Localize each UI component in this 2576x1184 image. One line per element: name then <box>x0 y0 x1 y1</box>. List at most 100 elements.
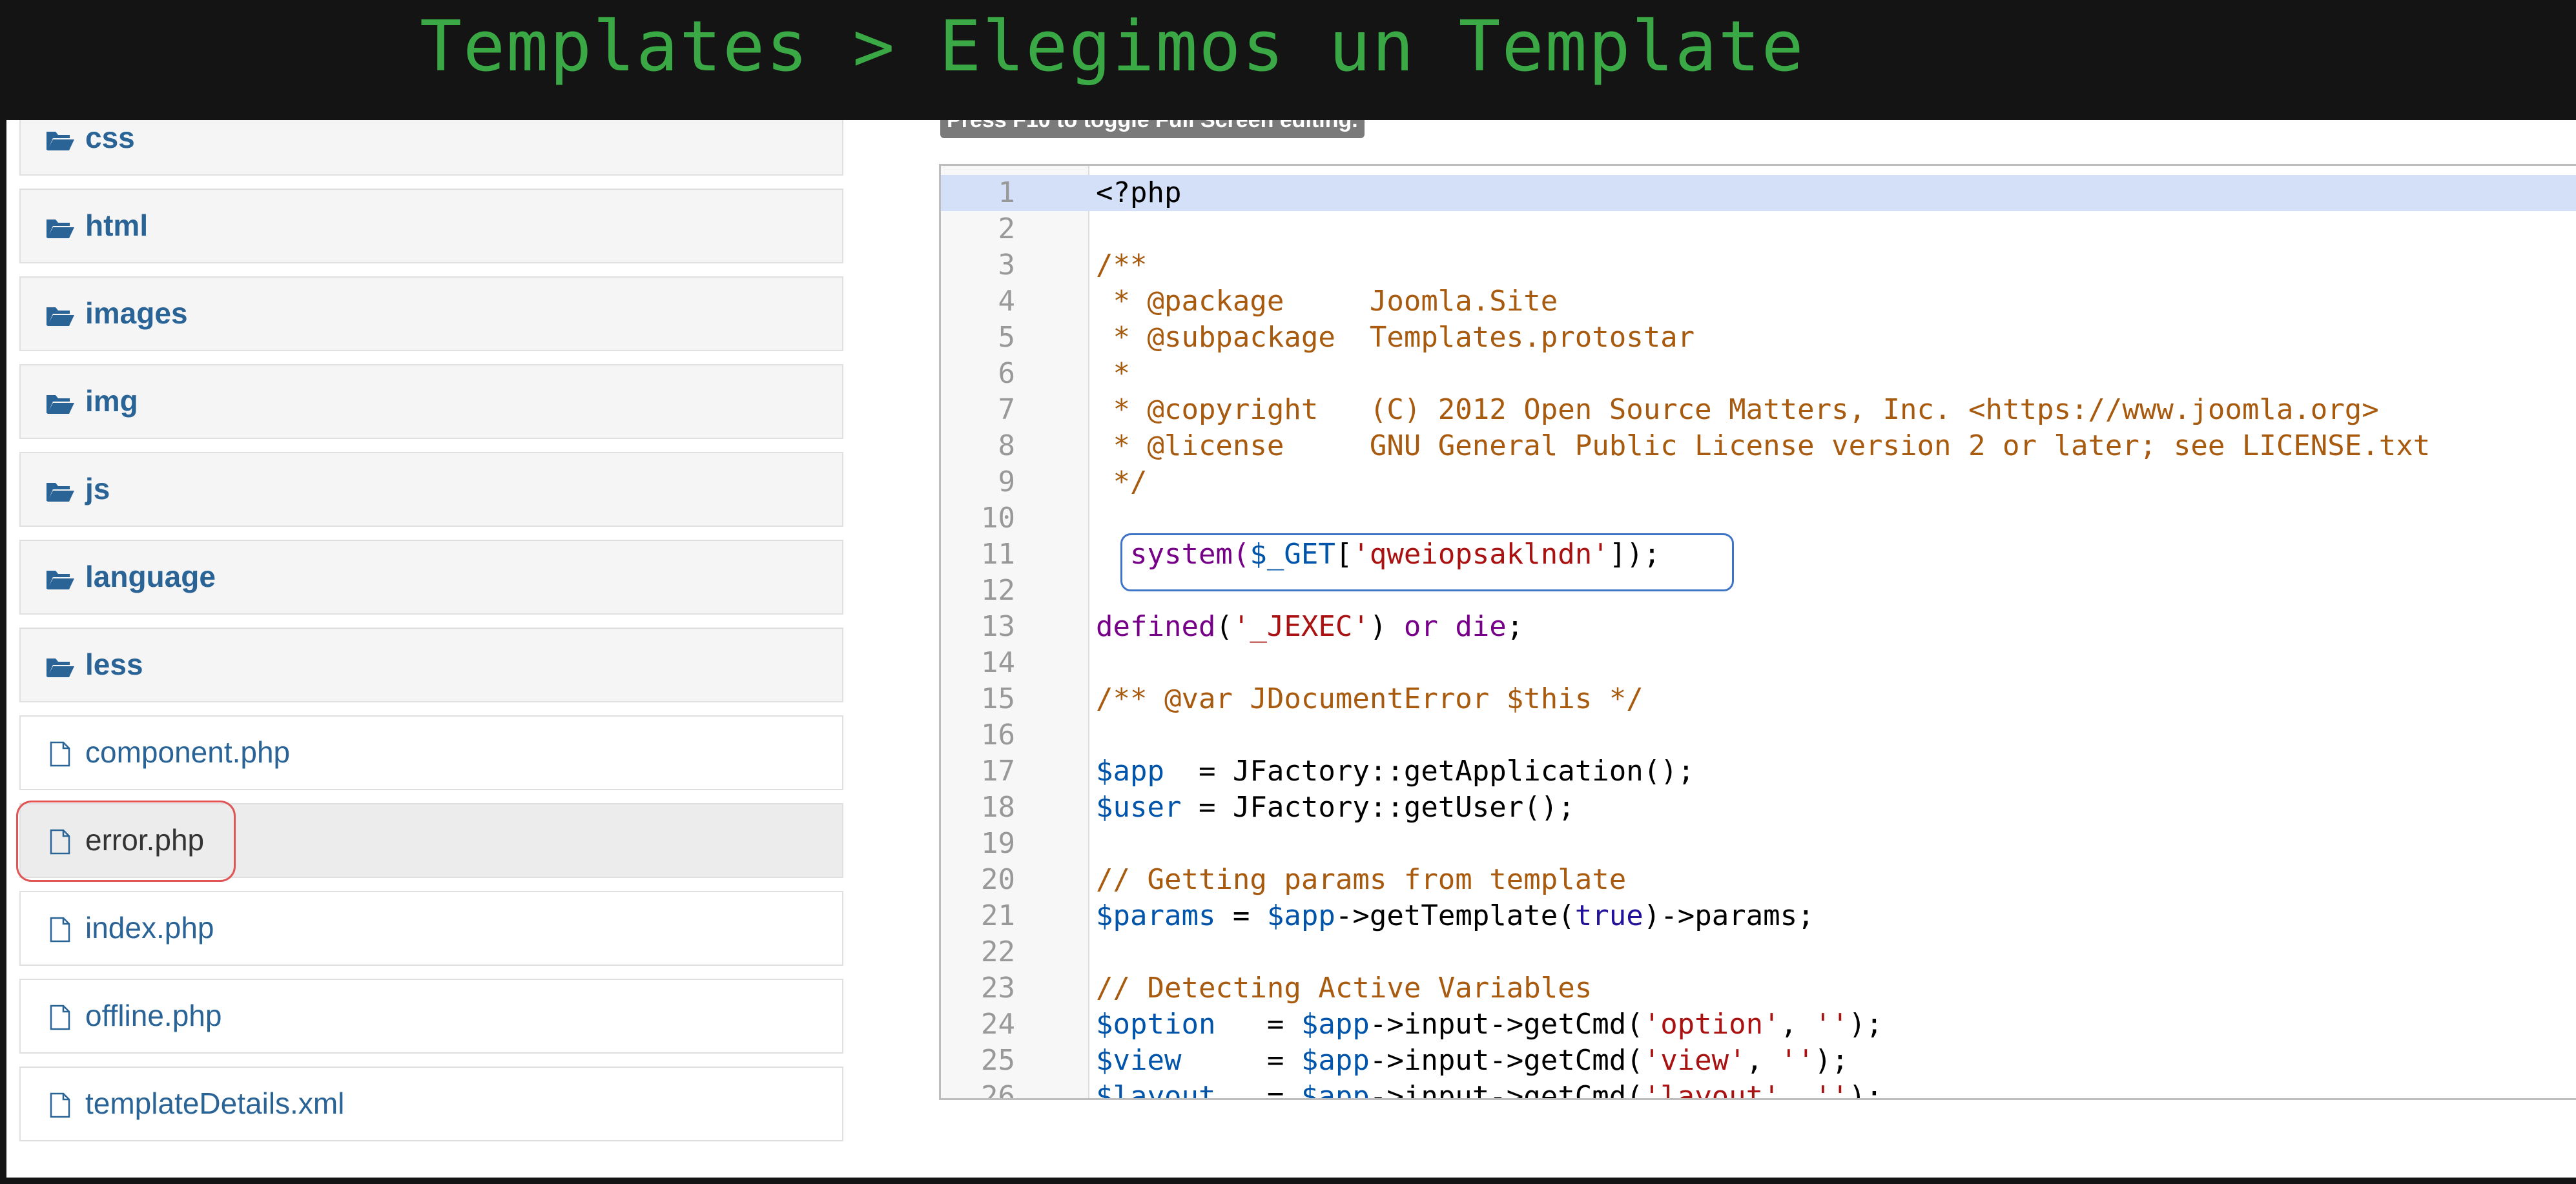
code-token: /** @var JDocumentError $this */ <box>1096 682 1643 715</box>
file-item-component-php[interactable]: component.php <box>19 715 843 790</box>
code-token: ); <box>1814 1044 1849 1077</box>
file-item-offline-php[interactable]: offline.php <box>19 979 843 1054</box>
code-text[interactable]: <?php <box>1096 175 1181 211</box>
code-line[interactable]: 17 $app = JFactory::getApplication(); <box>941 753 2576 790</box>
code-text[interactable]: defined('_JEXEC') or die; <box>1096 609 1523 645</box>
code-token: = <box>1215 899 1267 932</box>
code-line[interactable]: 8 * @license GNU General Public License … <box>941 428 2576 464</box>
line-number: 18 <box>981 791 1015 824</box>
code-line[interactable]: 25 $view = $app->input->getCmd('view', ''… <box>941 1043 2576 1079</box>
code-token: /** <box>1096 249 1148 281</box>
line-number: 4 <box>998 285 1016 318</box>
folder-open-icon <box>45 127 75 152</box>
code-text[interactable]: * @package Joomla.Site <box>1096 283 1558 320</box>
code-token: or die <box>1403 610 1507 643</box>
line-number: 9 <box>998 465 1016 498</box>
tree-item-label[interactable]: css <box>85 120 135 155</box>
code-line[interactable]: 14 <box>941 645 2576 681</box>
line-number: 5 <box>998 321 1016 354</box>
code-token: $view <box>1096 1044 1182 1077</box>
file-icon <box>45 1092 75 1118</box>
code-text[interactable]: * @subpackage Templates.protostar <box>1096 320 1695 356</box>
code-line[interactable]: 6 * <box>941 356 2576 392</box>
tree-item-label[interactable]: index.php <box>85 910 214 945</box>
code-line[interactable]: 21 $params = $app->getTemplate(true)->par… <box>941 898 2576 934</box>
file-icon <box>45 1005 75 1030</box>
line-number: 19 <box>981 827 1015 860</box>
tree-item-label[interactable]: images <box>85 296 188 331</box>
code-editor[interactable]: 1 <?php 2 3/** 4 * @package Joomla.Site 5 * @… <box>939 164 2576 1100</box>
tree-item-label[interactable]: less <box>85 647 143 682</box>
folder-item-less[interactable]: less <box>19 628 843 702</box>
folder-open-icon <box>45 214 75 240</box>
code-token: defined <box>1096 610 1216 643</box>
line-number: 16 <box>981 719 1015 751</box>
folder-item-img[interactable]: img <box>19 364 843 439</box>
tree-item-label[interactable]: templateDetails.xml <box>85 1086 344 1121</box>
line-number: 1 <box>998 176 1016 209</box>
code-token: $app <box>1096 755 1164 788</box>
code-line[interactable]: 3 /** <box>941 247 2576 283</box>
code-text[interactable]: * <box>1096 356 1130 392</box>
code-line[interactable]: 26 $layout = $app->input->getCmd('layout'… <box>941 1079 2576 1100</box>
code-line[interactable]: 13 defined('_JEXEC') or die; <box>941 609 2576 645</box>
code-token: true <box>1574 899 1643 932</box>
code-text[interactable]: // Detecting Active Variables <box>1096 970 1592 1006</box>
folder-item-css[interactable]: css <box>19 120 843 176</box>
code-line[interactable]: 9 */ <box>941 464 2576 500</box>
code-text[interactable]: * @copyright (C) 2012 Open Source Matter… <box>1096 392 2379 428</box>
code-line[interactable]: 24 $option = $app->input->getCmd('option'… <box>941 1006 2576 1043</box>
code-token: */ <box>1096 465 1148 498</box>
code-line[interactable]: 4 * @package Joomla.Site <box>941 283 2576 320</box>
code-line[interactable]: 19 <box>941 826 2576 862</box>
code-line[interactable]: 15 /** @var JDocumentError $this */ <box>941 681 2576 717</box>
code-line[interactable]: 16 <box>941 717 2576 753</box>
tree-item-label[interactable]: js <box>85 471 110 506</box>
line-number: 25 <box>981 1044 1015 1077</box>
code-text[interactable]: /** @var JDocumentError $this */ <box>1096 681 1643 717</box>
code-line[interactable]: 22 <box>941 934 2576 970</box>
tree-item-label[interactable]: html <box>85 208 148 243</box>
code-line[interactable]: 10 <box>941 500 2576 536</box>
code-text[interactable]: */ <box>1096 464 1147 500</box>
folder-item-images[interactable]: images <box>19 276 843 351</box>
folder-item-language[interactable]: language <box>19 540 843 615</box>
code-token: ->input->getCmd( <box>1369 1080 1643 1100</box>
folder-item-html[interactable]: html <box>19 189 843 263</box>
line-number: 6 <box>998 357 1016 390</box>
code-text[interactable]: $app = JFactory::getApplication(); <box>1096 753 1695 790</box>
code-text[interactable]: // Getting params from template <box>1096 862 1626 898</box>
code-text[interactable]: $option = $app->input->getCmd('option', … <box>1096 1006 1883 1043</box>
code-text[interactable]: /** <box>1096 247 1147 283</box>
code-token: * @copyright (C) 2012 Open Source Matter… <box>1096 393 2379 426</box>
code-text[interactable]: $view = $app->input->getCmd('view', ''); <box>1096 1043 1849 1079</box>
file-icon <box>45 741 75 767</box>
tree-item-label[interactable]: img <box>85 383 138 418</box>
line-number: 12 <box>981 574 1015 607</box>
code-line[interactable]: 1 <?php <box>941 175 2576 211</box>
line-number: 10 <box>981 502 1015 535</box>
code-token: ) <box>1369 610 1404 643</box>
code-text[interactable]: * @license GNU General Public License ve… <box>1096 428 2430 464</box>
tree-item-label[interactable]: language <box>85 559 216 594</box>
code-line[interactable]: 18 $user = JFactory::getUser(); <box>941 790 2576 826</box>
code-text[interactable]: $layout = $app->input->getCmd('layout', … <box>1096 1079 1883 1100</box>
folder-item-js[interactable]: js <box>19 452 843 527</box>
code-line[interactable]: 23 // Detecting Active Variables <box>941 970 2576 1006</box>
code-text[interactable]: $params = $app->getTemplate(true)->param… <box>1096 898 1815 934</box>
code-text[interactable]: $user = JFactory::getUser(); <box>1096 790 1575 826</box>
code-line[interactable]: 7 * @copyright (C) 2012 Open Source Matt… <box>941 392 2576 428</box>
code-token: ->input->getCmd( <box>1369 1008 1643 1041</box>
line-number: 24 <box>981 1008 1015 1041</box>
code-line[interactable]: 20 // Getting params from template <box>941 862 2576 898</box>
code-line[interactable]: 5 * @subpackage Templates.protostar <box>941 320 2576 356</box>
folder-open-icon <box>45 390 75 416</box>
code-token: 'view' <box>1643 1044 1746 1077</box>
tree-item-label[interactable]: component.php <box>85 735 290 770</box>
file-item-templatedetails-xml[interactable]: templateDetails.xml <box>19 1067 843 1141</box>
tree-item-label[interactable]: offline.php <box>85 998 222 1033</box>
code-token: 'option' <box>1643 1008 1780 1041</box>
code-token: ->input->getCmd( <box>1369 1044 1643 1077</box>
file-item-index-php[interactable]: index.php <box>19 891 843 966</box>
code-line[interactable]: 2 <box>941 211 2576 247</box>
